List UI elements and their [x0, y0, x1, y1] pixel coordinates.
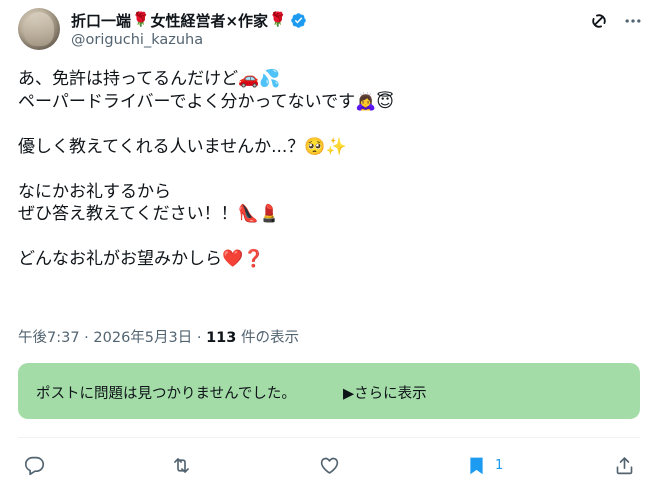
tweet-date[interactable]: 2026年5月3日 [93, 330, 192, 346]
display-name-prefix: 折口一端 [71, 11, 132, 30]
tweet-text-line: どんなお礼がお望みかしら❤️❓ [18, 249, 265, 269]
share-icon [616, 456, 633, 474]
post-check-note: ポストに問題は見つかりませんでした。 ▶さらに表示 [18, 363, 640, 419]
meta-separator: · [79, 330, 94, 346]
display-name-suffix: 女性経営者×作家 [150, 11, 269, 30]
tweet-text-line: 優しく教えてくれる人いませんか...？🥺✨ [18, 136, 347, 157]
views-count[interactable]: 113 [206, 330, 236, 346]
retweet-button[interactable] [171, 452, 192, 478]
reply-icon [24, 456, 45, 475]
bookmark-icon [470, 457, 483, 474]
tweet-text-blank-line [18, 226, 638, 249]
share-button[interactable] [614, 452, 635, 478]
bookmark-count: 1 [495, 457, 504, 473]
tweet: 折口一端 🌹 女性経営者×作家 🌹 @origuchi_kazuha あ、免許は… [0, 0, 659, 490]
tweet-text-line: あ、免許は持ってるんだけど🚗💦 [18, 69, 281, 89]
tweet-meta: 午後7:37 · 2026年5月3日 · 113 件の表示 [18, 326, 299, 347]
post-check-text: ポストに問題は見つかりませんでした。 [36, 386, 296, 402]
divider [18, 437, 640, 438]
tweet-time[interactable]: 午後7:37 [18, 330, 80, 346]
tweet-text: あ、免許は持ってるんだけど🚗💦 ペーパードライバーでよく分かってないです🙇‍♀️… [18, 68, 638, 271]
show-more-link[interactable]: ▶さらに表示 [343, 382, 427, 403]
user-handle[interactable]: @origuchi_kazuha [71, 32, 307, 48]
avatar[interactable] [18, 8, 60, 50]
rose-emoji: 🌹 [132, 12, 150, 28]
verified-icon[interactable] [290, 12, 307, 29]
user-block: 折口一端 🌹 女性経営者×作家 🌹 @origuchi_kazuha [71, 9, 307, 48]
more-icon[interactable] [623, 11, 643, 31]
views-label: 件の表示 [236, 330, 299, 346]
bookmark-button[interactable]: 1 [466, 452, 503, 478]
tweet-text-blank-line [18, 158, 638, 181]
meta-separator: · [192, 330, 207, 346]
like-button[interactable] [319, 452, 340, 478]
tweet-text-line: なにかお礼するから [18, 181, 171, 202]
grok-icon[interactable] [589, 11, 609, 31]
tweet-header: 折口一端 🌹 女性経営者×作家 🌹 @origuchi_kazuha [18, 6, 643, 56]
rose-emoji: 🌹 [269, 12, 287, 28]
display-name-row[interactable]: 折口一端 🌹 女性経営者×作家 🌹 [71, 9, 307, 31]
avatar-image [24, 12, 54, 46]
retweet-icon [174, 457, 189, 473]
tweet-text-line: ペーパードライバーでよく分かってないです🙇‍♀️😇 [18, 91, 394, 112]
action-bar: 1 [0, 452, 659, 478]
like-icon [320, 457, 339, 474]
reply-button[interactable] [24, 452, 45, 478]
tweet-text-blank-line [18, 113, 638, 136]
tweet-text-line: ぜひ答え教えてください！！👠💄 [18, 204, 280, 224]
